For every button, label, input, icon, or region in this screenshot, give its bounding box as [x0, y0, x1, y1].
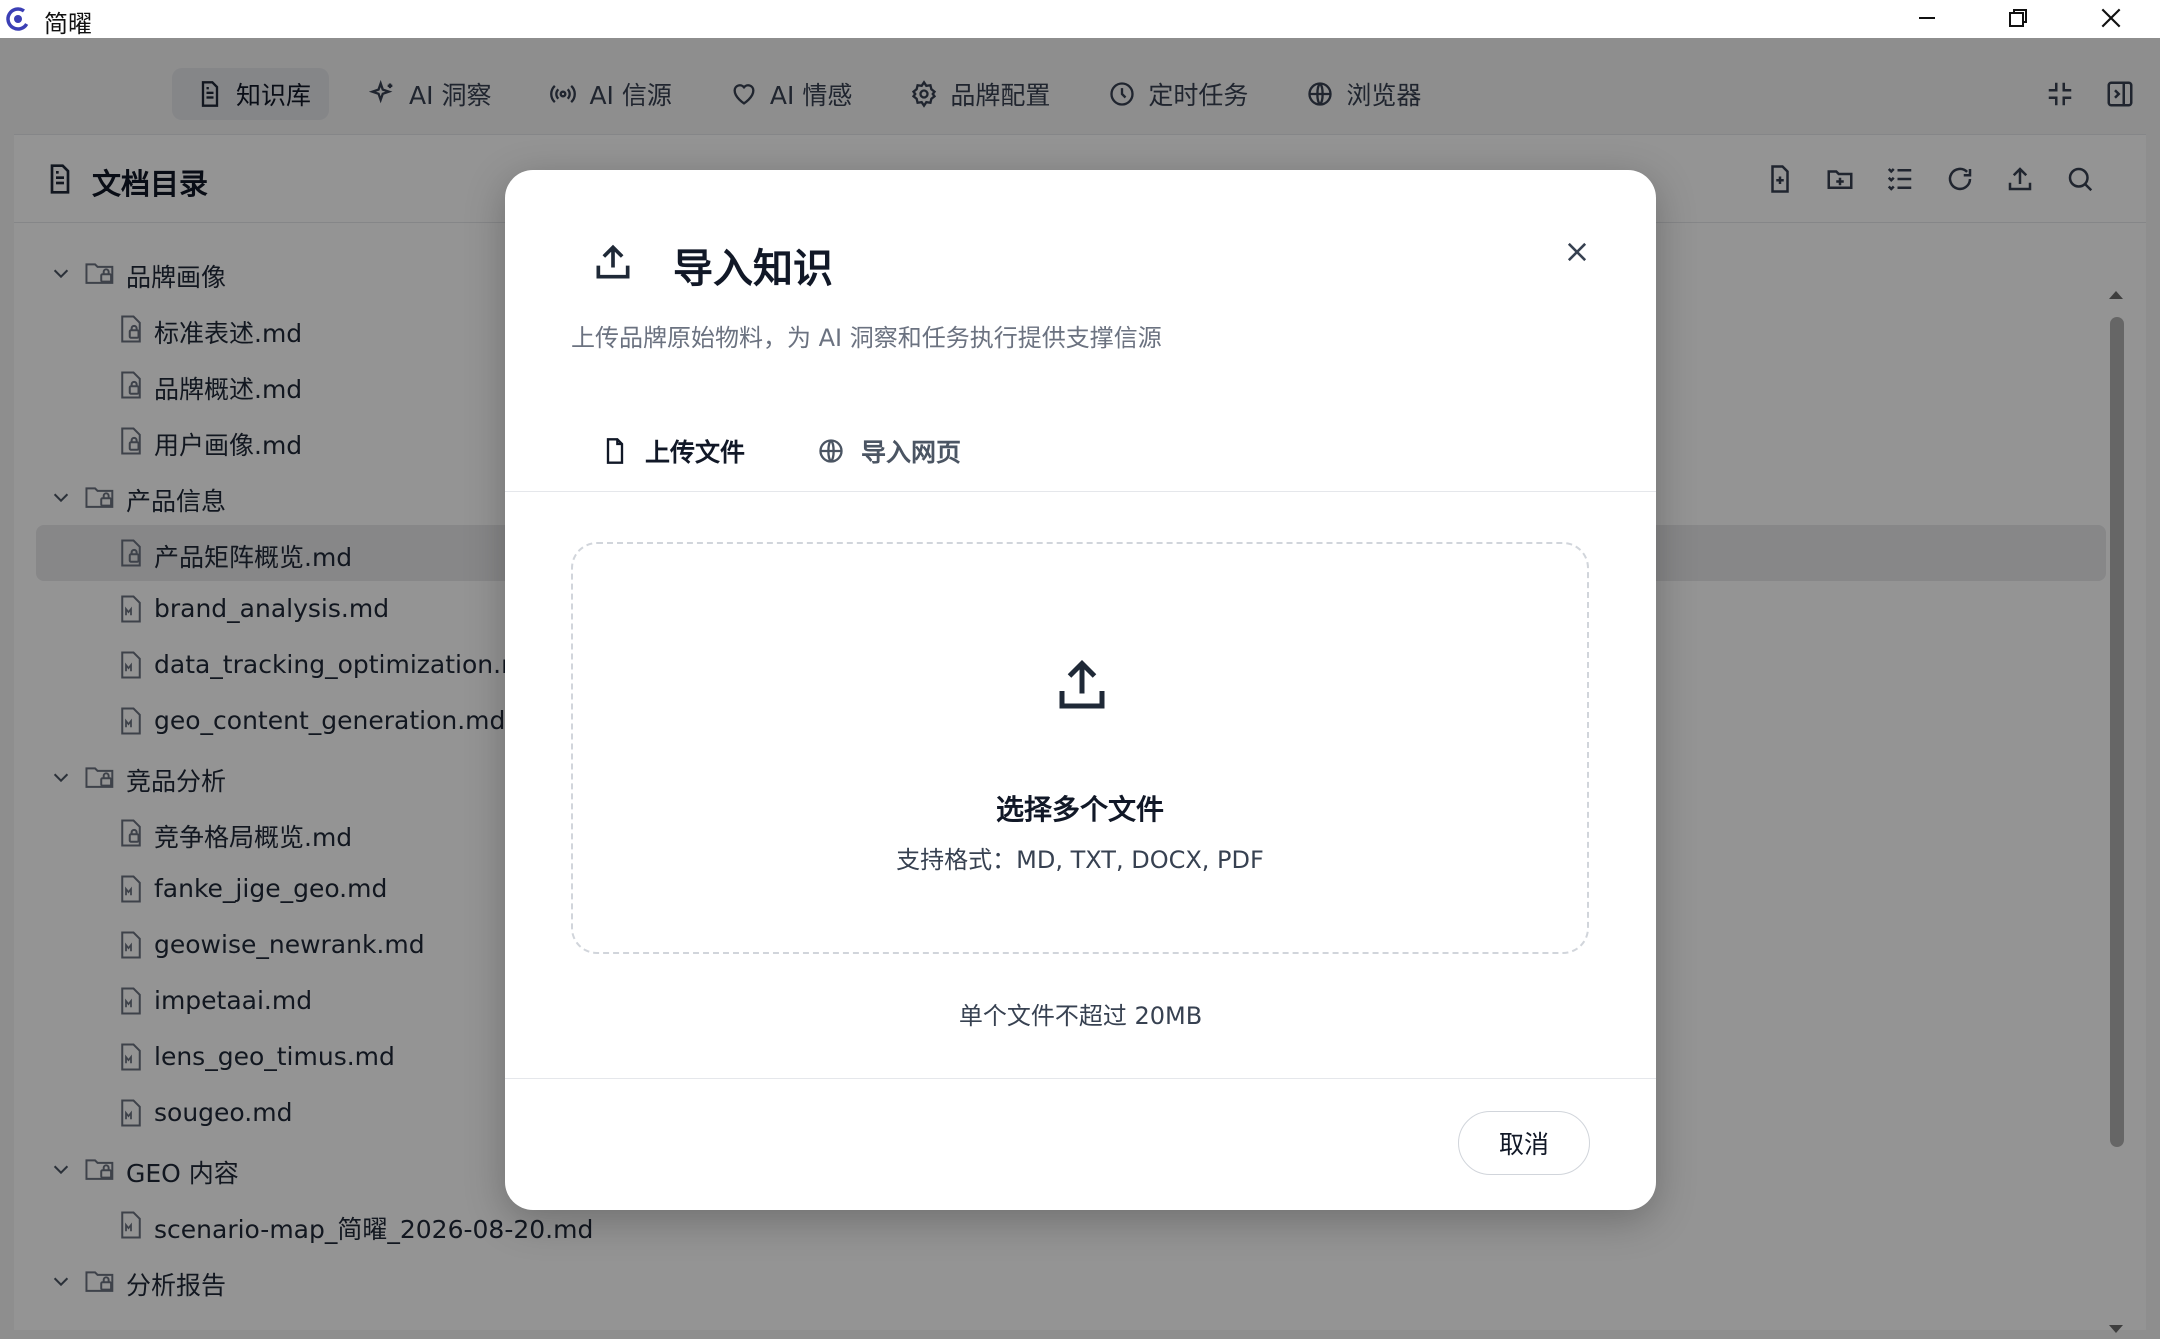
- cancel-button[interactable]: 取消: [1458, 1111, 1590, 1175]
- close-icon: [2101, 8, 2121, 28]
- tab-label: 导入网页: [861, 438, 962, 467]
- import-knowledge-dialog: 导入知识 上传品牌原始物料，为 AI 洞察和任务执行提供支撑信源 上传文件 导入…: [505, 170, 1656, 1210]
- window-title: 简曜: [44, 10, 92, 38]
- close-window-button[interactable]: [2080, 0, 2142, 36]
- app-logo-icon: [6, 7, 30, 31]
- close-icon: [1567, 242, 1587, 262]
- upload-icon: [596, 244, 630, 279]
- globe-icon: [819, 439, 843, 463]
- file-icon: [606, 438, 624, 464]
- upload-icon: [1059, 659, 1105, 709]
- tab-import-webpage[interactable]: 导入网页: [817, 410, 961, 492]
- close-dialog-button[interactable]: [1553, 228, 1601, 276]
- minimize-button[interactable]: [1896, 0, 1958, 36]
- file-size-note: 单个文件不超过 20MB: [958, 1002, 1203, 1030]
- tab-label: 上传文件: [645, 438, 746, 467]
- dialog-tabs: 上传文件 导入网页: [505, 410, 1656, 492]
- file-dropzone[interactable]: 选择多个文件 支持格式：MD, TXT, DOCX, PDF: [571, 542, 1589, 954]
- dropzone-title: 选择多个文件: [995, 793, 1164, 826]
- dialog-title: 导入知识: [673, 246, 833, 292]
- restore-button[interactable]: [1987, 0, 2049, 36]
- title-bar: 简曜: [0, 0, 2160, 38]
- dialog-description: 上传品牌原始物料，为 AI 洞察和任务执行提供支撑信源: [571, 324, 1162, 352]
- dialog-footer: 取消: [505, 1078, 1656, 1210]
- supported-formats: 支持格式：MD, TXT, DOCX, PDF: [896, 846, 1264, 874]
- restore-icon: [2009, 9, 2027, 27]
- tab-upload-file[interactable]: 上传文件: [601, 410, 745, 492]
- minimize-icon: [1919, 17, 1935, 19]
